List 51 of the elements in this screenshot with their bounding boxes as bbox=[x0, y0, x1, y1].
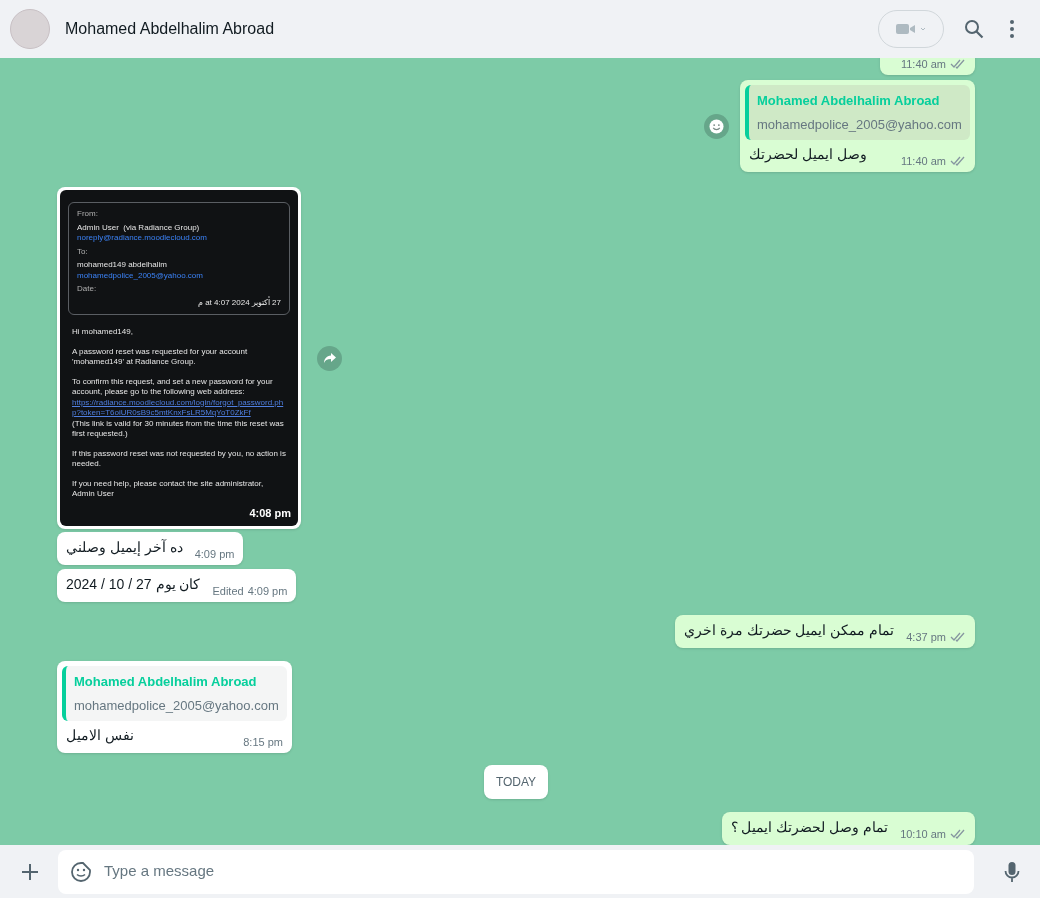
quoted-author: Mohamed Abdelhalim Abroad bbox=[74, 673, 258, 691]
message-text: تمام وصل لحضرتك ايميل ؟ bbox=[730, 818, 889, 838]
plus-icon bbox=[21, 862, 39, 881]
message-bubble[interactable]: 11:40 am bbox=[879, 58, 975, 75]
message-time: 4:37 pm bbox=[906, 629, 946, 645]
sender-address: noreply@radiance.moodlecloud.com bbox=[77, 233, 208, 244]
microphone-icon bbox=[1004, 860, 1020, 883]
date-label: Date: bbox=[77, 284, 98, 295]
search-icon bbox=[964, 19, 984, 39]
smiley-icon bbox=[709, 118, 724, 134]
message-text: كان يوم 27 / 10 / 2024 bbox=[66, 575, 201, 595]
message-time: 11:40 am bbox=[900, 58, 946, 72]
email-signature: Admin User bbox=[72, 489, 115, 500]
message-time: 10:10 am bbox=[900, 826, 946, 842]
email-paragraph: If you need help, please contact the site administrator, bbox=[72, 478, 265, 489]
from-label: From: bbox=[77, 209, 99, 220]
contact-name[interactable]: Mohamed Abdelhalim Abroad bbox=[65, 17, 275, 41]
reset-link[interactable]: https://radiance.moodlecloud.com/login/forgot_password.php?token=T6oiUR0sB9c5mtKnxFsLR5MqYoT0ZkFf bbox=[72, 397, 286, 419]
message-time: 8:15 pm bbox=[243, 734, 283, 750]
email-date: 27 أكتوبر 2024 at 4:07 م bbox=[197, 297, 281, 308]
sender-name: Admin User (via Radiance Group) bbox=[77, 222, 201, 233]
message-text: ده آخر إيميل وصلني bbox=[66, 538, 183, 558]
email-paragraph: A password reset was requested for your account 'mohamed149' at Radiance Group. bbox=[72, 346, 249, 368]
message-time: 4:09 pm bbox=[194, 546, 235, 562]
recipient-name: mohamed149 abdelhalim bbox=[77, 260, 168, 271]
reaction-button[interactable] bbox=[704, 113, 729, 139]
email-paragraph: (This link is valid for 30 minutes from the time this reset was first requested.) bbox=[72, 418, 285, 440]
forward-button[interactable] bbox=[317, 345, 342, 371]
quoted-message[interactable]: Mohamed Abdelhalim Abroad mohamedpolice_2005@yahoo.com bbox=[62, 666, 287, 721]
message-text: وصل ايميل لحضرتك bbox=[749, 145, 867, 165]
message-input[interactable]: Type a message bbox=[104, 860, 962, 883]
message-text: نفس الاميل bbox=[66, 726, 134, 746]
quoted-text: mohamedpolice_2005@yahoo.com bbox=[74, 696, 279, 715]
edited-label: Edited bbox=[212, 583, 244, 599]
recipient-address: mohamedpolice_2005@yahoo.com bbox=[77, 270, 204, 281]
message-time: 4:08 pm bbox=[249, 505, 291, 521]
message-time: 4:09 pm bbox=[247, 583, 288, 599]
forward-icon bbox=[322, 352, 337, 364]
to-label: To: bbox=[77, 246, 89, 257]
quoted-message[interactable]: Mohamed Abdelhalim Abroad mohamedpolice_2005@yahoo.com bbox=[745, 85, 970, 140]
message-text: تمام ممكن ايميل حضرتك مرة اخري bbox=[683, 621, 895, 641]
video-camera-icon bbox=[896, 23, 926, 35]
quoted-author: Mohamed Abdelhalim Abroad bbox=[757, 92, 941, 110]
message-time: 11:40 am bbox=[900, 153, 946, 169]
quoted-text: mohamedpolice_2005@yahoo.com bbox=[757, 115, 962, 134]
email-paragraph: If this password reset was not requested by you, no action is needed. bbox=[72, 448, 286, 470]
email-greeting: Hi mohamed149, bbox=[72, 327, 134, 338]
sticker-icon[interactable] bbox=[70, 860, 92, 883]
message-field[interactable]: Type a message bbox=[58, 849, 974, 894]
menu-icon bbox=[1010, 20, 1014, 38]
email-paragraph: To confirm this request, and set a new password for your account, please go to the following web address: bbox=[72, 376, 274, 398]
